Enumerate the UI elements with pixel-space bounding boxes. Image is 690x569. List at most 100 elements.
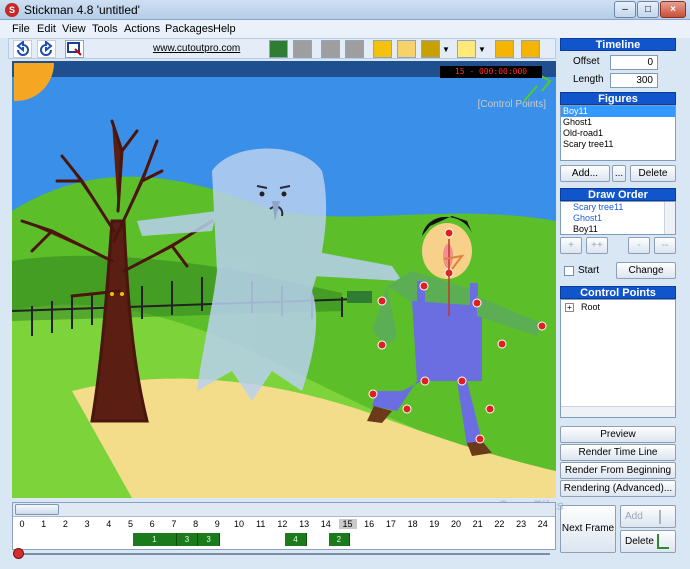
chevron-down-icon[interactable]: ▼ <box>442 45 450 54</box>
camera-record-icon[interactable] <box>521 40 540 58</box>
bulb-icon[interactable] <box>457 40 476 58</box>
frame-number[interactable]: 9 <box>208 519 226 529</box>
frame-icon[interactable] <box>321 40 340 58</box>
figure-more-button[interactable]: ... <box>612 165 626 182</box>
timeline-scrollbar[interactable] <box>13 503 555 517</box>
frame-icon[interactable] <box>345 40 364 58</box>
frame-number[interactable]: 24 <box>534 519 552 529</box>
tree-item-root[interactable]: Root <box>581 302 600 312</box>
slider-knob[interactable] <box>13 548 24 559</box>
offset-field[interactable]: 0 <box>610 55 658 70</box>
frame-timeline[interactable]: 0 1 2 3 4 5 6 7 8 9 10 11 12 13 14 15 16 17 18 19 20 21 22 23 24… <box>12 502 556 550</box>
draw-down-button[interactable]: - <box>628 237 650 254</box>
stage-canvas[interactable]: 15 - 000:00:000 [Control Points] <box>12 61 556 498</box>
keyframe-block[interactable]: 4 <box>285 533 307 546</box>
website-link[interactable]: www.cutoutpro.com <box>153 43 240 54</box>
figure-item-old-road1[interactable]: Old-road1 <box>561 128 675 139</box>
frame-number[interactable]: 12 <box>273 519 291 529</box>
frame-number[interactable]: 5 <box>122 519 140 529</box>
draw-up-button[interactable]: + <box>560 237 582 254</box>
figure-item-scary-tree11[interactable]: Scary tree11 <box>561 139 675 150</box>
draw-item-ghost1[interactable]: Ghost1 <box>561 213 675 224</box>
keyframe-delete-button[interactable]: Delete <box>620 530 676 553</box>
expander-icon[interactable]: + <box>565 303 574 312</box>
select-icon[interactable] <box>65 40 84 58</box>
timeline-scroll-thumb[interactable] <box>15 504 59 515</box>
frame-icon[interactable] <box>293 40 312 58</box>
next-frame-button[interactable]: Next Frame <box>560 505 616 553</box>
keyframe-block[interactable]: 1 <box>133 533 177 546</box>
start-checkbox[interactable] <box>564 266 574 276</box>
frame-number[interactable]: 18 <box>404 519 422 529</box>
figure-item-boy11[interactable]: Boy11 <box>561 106 675 117</box>
figure-delete-button[interactable]: Delete <box>630 165 676 182</box>
frame-number[interactable]: 2 <box>56 519 74 529</box>
close-button[interactable]: × <box>660 1 686 18</box>
rendering-advanced-button[interactable]: Rendering (Advanced)... <box>560 480 676 497</box>
keyframe-block[interactable]: 2 <box>328 533 351 546</box>
frame-number[interactable]: 1 <box>35 519 53 529</box>
menu-view[interactable]: View <box>62 23 86 35</box>
keyframe-track[interactable]: 13342 <box>13 533 555 546</box>
figures-list[interactable]: Boy11 Ghost1 Old-road1 Scary tree11 <box>560 105 676 161</box>
draw-bottom-button[interactable]: -- <box>654 237 676 254</box>
undo-icon[interactable] <box>13 39 32 58</box>
frame-number[interactable]: 4 <box>100 519 118 529</box>
maximize-button[interactable]: □ <box>637 1 659 18</box>
frame-number[interactable]: 15 <box>338 519 357 529</box>
frame-number[interactable]: 3 <box>78 519 96 529</box>
frame-number[interactable]: 14 <box>317 519 335 529</box>
draw-order-list[interactable]: Scary tree11 Ghost1 Boy11 <box>560 201 676 235</box>
menu-actions[interactable]: Actions <box>124 23 160 35</box>
menu-tools[interactable]: Tools <box>92 23 118 35</box>
sun-icon[interactable] <box>373 40 392 58</box>
preview-button[interactable]: Preview <box>560 426 676 443</box>
draw-top-button[interactable]: ++ <box>586 237 608 254</box>
minimize-button[interactable]: – <box>614 1 636 18</box>
menu-file[interactable]: File <box>12 23 30 35</box>
frame-number[interactable]: 20 <box>447 519 465 529</box>
redo-icon[interactable] <box>37 39 56 58</box>
draw-order-header: Draw Order <box>560 188 676 201</box>
frame-number[interactable]: 21 <box>469 519 487 529</box>
chevron-down-icon[interactable]: ▼ <box>478 45 486 54</box>
frame-number[interactable]: 17 <box>382 519 400 529</box>
figure-icon[interactable] <box>421 40 440 58</box>
keyframe-add-button[interactable]: Add <box>620 505 676 528</box>
frame-number[interactable]: 22 <box>490 519 508 529</box>
frame-number[interactable]: 19 <box>425 519 443 529</box>
frame-number[interactable]: 13 <box>295 519 313 529</box>
frame-number[interactable]: 10 <box>230 519 248 529</box>
draw-item-scary-tree11[interactable]: Scary tree11 <box>561 202 675 213</box>
frame-number[interactable]: 8 <box>187 519 205 529</box>
render-timeline-button[interactable]: Render Time Line <box>560 444 676 461</box>
draw-order-scrollbar[interactable] <box>664 202 675 234</box>
figure-item-ghost1[interactable]: Ghost1 <box>561 117 675 128</box>
slider-rail <box>20 553 550 555</box>
control-points-tree[interactable]: + Root <box>560 299 676 418</box>
keyframe-block[interactable]: 3 <box>198 533 220 546</box>
menu-edit[interactable]: Edit <box>37 23 56 35</box>
frame-number[interactable]: 0 <box>13 519 31 529</box>
change-button[interactable]: Change <box>616 262 676 279</box>
frame-number[interactable]: 16 <box>360 519 378 529</box>
camera-icon[interactable] <box>495 40 514 58</box>
menu-help[interactable]: Help <box>213 23 236 35</box>
toolbar: www.cutoutpro.com ▼ ▼ <box>8 38 556 59</box>
length-field[interactable]: 300 <box>610 73 658 88</box>
keyframe-block[interactable]: 3 <box>176 533 199 546</box>
frame-number[interactable]: 23 <box>512 519 530 529</box>
timeline-slider[interactable] <box>12 548 556 559</box>
draw-item-boy11[interactable]: Boy11 <box>561 224 675 235</box>
frame-number[interactable]: 6 <box>143 519 161 529</box>
start-label: Start <box>578 265 600 276</box>
figures-header: Figures <box>560 92 676 105</box>
frame-number[interactable]: 11 <box>252 519 270 529</box>
frame-number[interactable]: 7 <box>165 519 183 529</box>
menu-packages[interactable]: Packages <box>165 23 213 35</box>
paper-icon[interactable] <box>397 40 416 58</box>
figure-add-button[interactable]: Add... <box>560 165 610 182</box>
tree-hscrollbar[interactable] <box>561 406 675 417</box>
image-icon[interactable] <box>269 40 288 58</box>
render-from-beginning-button[interactable]: Render From Beginning <box>560 462 676 479</box>
